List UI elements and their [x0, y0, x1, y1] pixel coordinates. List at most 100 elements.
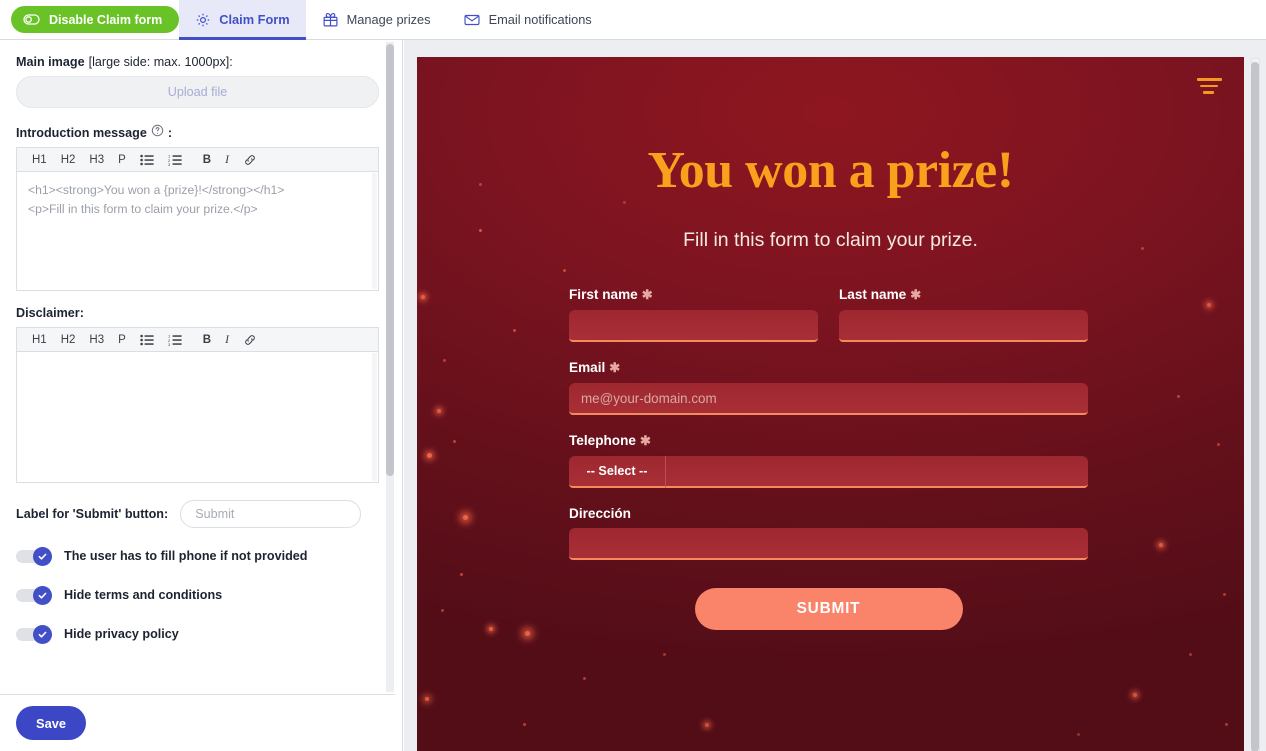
- h2-button[interactable]: H2: [54, 329, 83, 351]
- link-icon[interactable]: [236, 329, 264, 351]
- introduction-message-label-text: Introduction message: [16, 126, 147, 140]
- tab-email-notifications[interactable]: Email notifications: [447, 0, 608, 40]
- field-label: Dirección: [569, 506, 1088, 521]
- save-button[interactable]: Save: [16, 706, 86, 740]
- field-label-text: Dirección: [569, 506, 631, 521]
- switch-row-fill-phone: The user has to fill phone if not provid…: [16, 544, 379, 568]
- tab-label: Manage prizes: [346, 12, 431, 27]
- h3-button[interactable]: H3: [82, 149, 111, 171]
- main-image-hint: [large side: max. 1000px]:: [88, 55, 233, 69]
- h1-button[interactable]: H1: [25, 149, 54, 171]
- submit-label-input[interactable]: [180, 500, 362, 528]
- toggle-hide-privacy[interactable]: [16, 624, 52, 644]
- last-name-input[interactable]: [839, 310, 1088, 342]
- disclaimer-editor: H1 H2 H3 P 1 2 3 B I: [16, 327, 379, 483]
- italic-button[interactable]: I: [218, 149, 236, 171]
- editor-toolbar: H1 H2 H3 P 1 2 3 B I: [17, 328, 378, 352]
- switch-label: Hide privacy policy: [64, 627, 179, 641]
- preview-submit-button[interactable]: SUBMIT: [694, 588, 963, 630]
- bullet-list-icon[interactable]: [133, 329, 161, 351]
- preview-scrollbar-thumb[interactable]: [1251, 62, 1259, 751]
- tab-label: Claim Form: [219, 12, 290, 27]
- h2-button[interactable]: H2: [54, 149, 83, 171]
- svg-text:3: 3: [168, 341, 171, 345]
- name-row: First name ✱ Last name ✱: [569, 287, 1088, 360]
- check-icon: [38, 631, 47, 638]
- field-label-text: First name: [569, 287, 638, 302]
- tab-manage-prizes[interactable]: Manage prizes: [306, 0, 447, 40]
- switch-row-hide-terms: Hide terms and conditions: [16, 583, 379, 607]
- introduction-message-group: Introduction message : H1 H2 H3 P 1 2 3 …: [16, 124, 379, 291]
- hamburger-line: [1203, 91, 1214, 95]
- editor-line: <h1><strong>You won a {prize}!</strong><…: [28, 183, 285, 197]
- toggle-knob: [33, 585, 52, 605]
- country-code-select[interactable]: -- Select --: [569, 456, 666, 488]
- link-icon[interactable]: [236, 149, 264, 171]
- h3-button[interactable]: H3: [82, 329, 111, 351]
- main-image-label: Main image [large side: max. 1000px]:: [16, 55, 379, 69]
- first-name-input[interactable]: [569, 310, 818, 342]
- field-email: Email ✱: [569, 360, 1088, 415]
- paragraph-button[interactable]: P: [111, 329, 133, 351]
- field-label: First name ✱: [569, 287, 818, 303]
- toggle-hide-terms[interactable]: [16, 585, 52, 605]
- h1-button[interactable]: H1: [25, 329, 54, 351]
- introduction-message-label: Introduction message :: [16, 124, 379, 140]
- tab-claim-form[interactable]: Claim Form: [179, 0, 306, 40]
- switch-row-hide-privacy: Hide privacy policy: [16, 622, 379, 646]
- toggle-knob: [33, 624, 52, 644]
- envelope-icon: [463, 11, 481, 29]
- submit-label-row: Label for 'Submit' button:: [16, 500, 379, 528]
- direccion-input[interactable]: [569, 528, 1088, 560]
- disable-claim-form-button[interactable]: Disable Claim form: [11, 6, 180, 33]
- disclaimer-textarea[interactable]: [17, 352, 378, 482]
- bold-button[interactable]: B: [196, 329, 218, 351]
- field-direccion: Dirección: [569, 506, 1088, 560]
- field-last-name: Last name ✱: [839, 287, 1088, 342]
- toggle-fill-phone[interactable]: [16, 546, 52, 566]
- preview-headline: You won a prize!: [647, 142, 1014, 199]
- switch-label: Hide terms and conditions: [64, 588, 223, 602]
- field-label-text: Last name: [839, 287, 907, 302]
- switch-label: The user has to fill phone if not provid…: [64, 549, 308, 563]
- bullet-list-icon[interactable]: [133, 149, 161, 171]
- question-circle-icon[interactable]: [151, 124, 164, 140]
- editor-toolbar: H1 H2 H3 P 1 2 3 B I: [17, 148, 378, 172]
- editor-scrollbar[interactable]: [372, 173, 377, 289]
- preview-form: First name ✱ Last name ✱ Email ✱ me@your…: [569, 287, 1088, 630]
- claim-form-editor-page: Disable Claim form Claim Form Manage pri…: [0, 0, 1266, 751]
- field-label: Email ✱: [569, 360, 1088, 376]
- svg-text:3: 3: [168, 161, 171, 165]
- required-asterisk: ✱: [639, 433, 651, 448]
- preview-subheadline: Fill in this form to claim your prize.: [683, 229, 978, 251]
- check-icon: [38, 553, 47, 560]
- gift-icon: [322, 11, 339, 28]
- hamburger-menu-icon[interactable]: [1197, 78, 1222, 95]
- paragraph-button[interactable]: P: [111, 149, 133, 171]
- claim-form-preview: You won a prize! Fill in this form to cl…: [417, 57, 1244, 751]
- save-bar: Save: [0, 694, 395, 751]
- bold-button[interactable]: B: [196, 149, 218, 171]
- numbered-list-icon[interactable]: 1 2 3: [161, 149, 189, 171]
- editor-scrollbar[interactable]: [372, 353, 377, 481]
- disclaimer-label: Disclaimer:: [16, 306, 379, 320]
- telephone-input[interactable]: [666, 456, 1088, 488]
- field-first-name: First name ✱: [569, 287, 818, 342]
- field-label-text: Email: [569, 360, 606, 375]
- toggle-off-icon: [23, 11, 40, 28]
- sidebar-scrollbar-thumb[interactable]: [386, 44, 394, 476]
- upload-file-button[interactable]: Upload file: [16, 76, 379, 108]
- field-label: Last name ✱: [839, 287, 1088, 303]
- italic-button[interactable]: I: [218, 329, 236, 351]
- introduction-message-textarea[interactable]: <h1><strong>You won a {prize}!</strong><…: [17, 172, 378, 290]
- toggle-knob: [33, 546, 52, 566]
- numbered-list-icon[interactable]: 1 2 3: [161, 329, 189, 351]
- field-label: Telephone ✱: [569, 433, 1088, 449]
- tab-label: Email notifications: [488, 12, 592, 27]
- email-input[interactable]: [569, 383, 1088, 415]
- sidebar-scroll-area: Main image [large side: max. 1000px]: Up…: [0, 40, 395, 694]
- gear-icon: [195, 12, 211, 28]
- upload-file-label: Upload file: [167, 85, 228, 99]
- top-tab-bar: Disable Claim form Claim Form Manage pri…: [0, 0, 1266, 40]
- submit-button-wrap: SUBMIT: [569, 588, 1088, 630]
